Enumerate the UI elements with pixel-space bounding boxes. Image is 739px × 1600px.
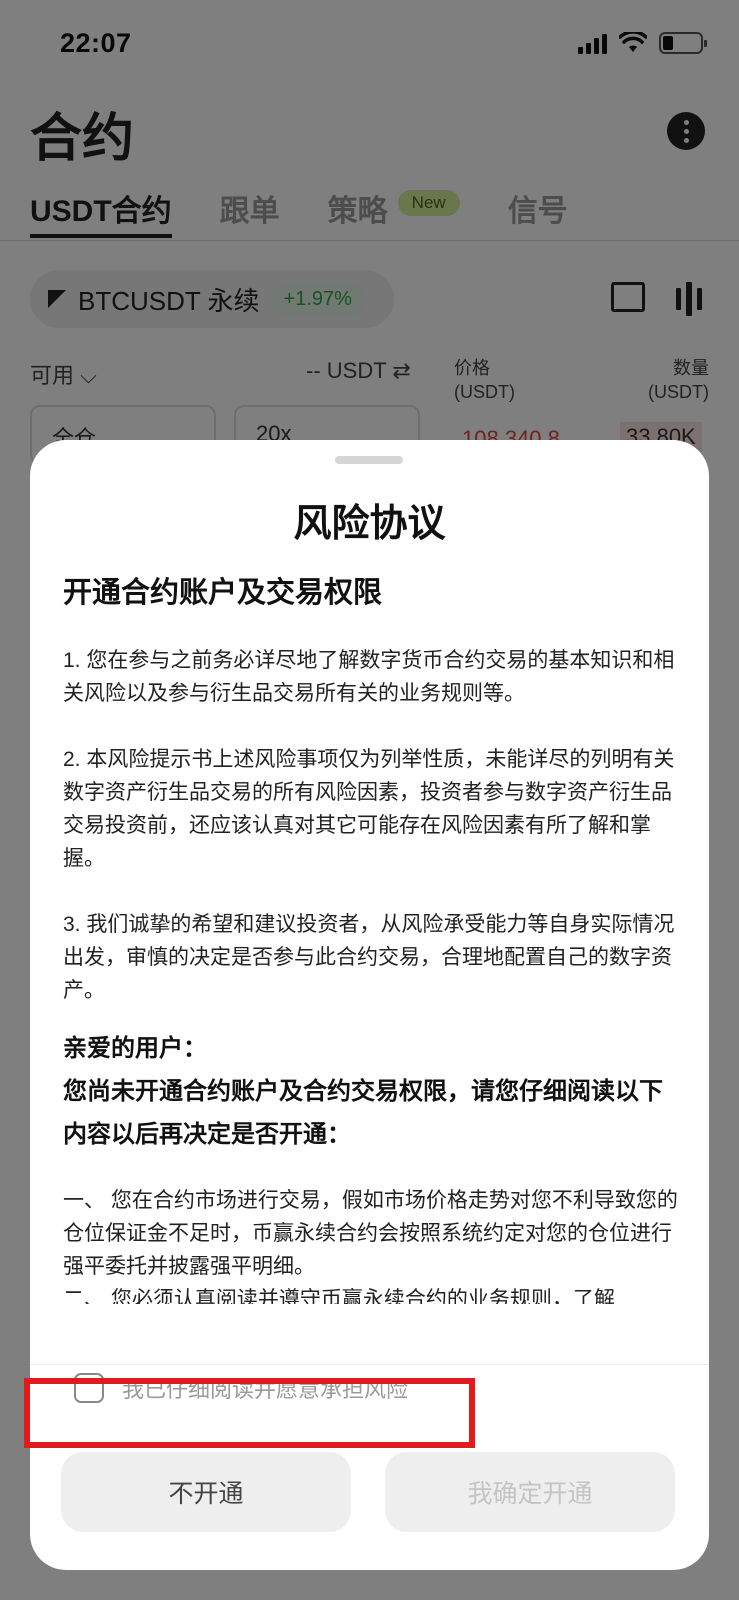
drag-handle[interactable] bbox=[335, 456, 403, 464]
section-title: 开通合约账户及交易权限 bbox=[63, 577, 383, 609]
term-2: 二、 您必须认真阅读并遵守币赢永续合约的业务规则，了解 bbox=[63, 1288, 615, 1304]
paragraph-1: 1. 您在参与之前务必详尽地了解数字货币合约交易的基本知识和相关风险以及参与衍生… bbox=[63, 649, 675, 705]
confirm-button[interactable]: 我确定开通 bbox=[385, 1452, 675, 1532]
agreement-content[interactable]: 开通合约账户及交易权限 1. 您在参与之前务必详尽地了解数字货币合约交易的基本知… bbox=[63, 572, 683, 1304]
paragraph-3: 3. 我们诚挚的希望和建议投资者，从风险承受能力等自身实际情况出发，审慎的决定是… bbox=[63, 913, 675, 1002]
greeting: 亲爱的用户： 您尚未开通合约账户及合约交易权限，请您仔细阅读以下内容以后再决定是… bbox=[63, 1035, 663, 1148]
highlight-box bbox=[24, 1378, 475, 1448]
modal-title: 风险协议 bbox=[293, 503, 446, 545]
paragraph-2: 2. 本风险提示书上述风险事项仅为列举性质，未能详尽的列明有关数字资产衍生品交易… bbox=[63, 748, 675, 870]
cancel-button[interactable]: 不开通 bbox=[61, 1452, 351, 1532]
term-1: 一、 您在合约市场进行交易，假如市场价格走势对您不利导致您的仓位保证金不足时，币… bbox=[63, 1189, 678, 1278]
